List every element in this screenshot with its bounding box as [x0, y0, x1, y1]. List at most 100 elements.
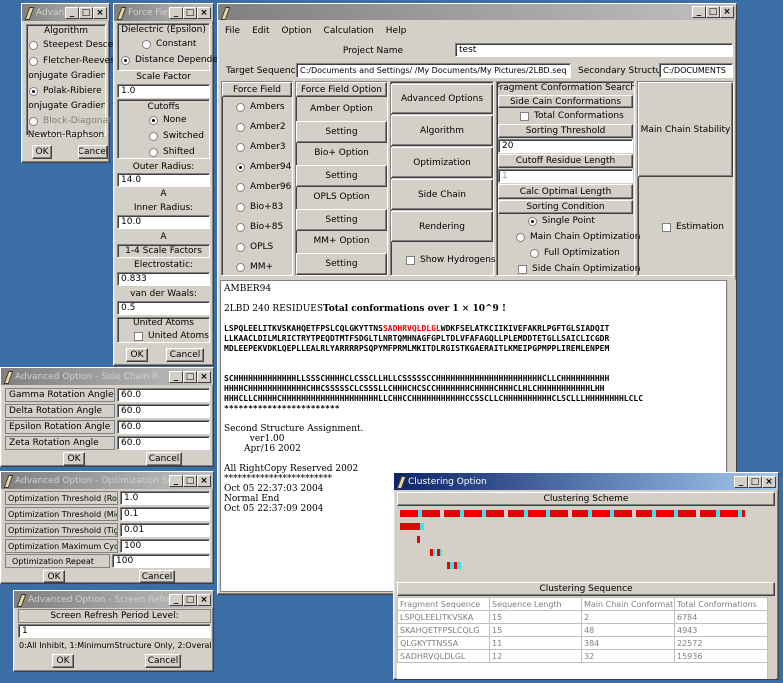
close-icon[interactable]: × [197, 474, 211, 487]
scale-factor-input[interactable]: 1.0 [117, 84, 210, 98]
cancel-button[interactable]: Cancel [166, 348, 204, 362]
advanced-options-button[interactable]: Advanced Options [391, 84, 493, 114]
ff-amber2-radio[interactable]: Amber2 [236, 122, 286, 132]
title-bar[interactable]: Advanc_□× [22, 4, 109, 21]
opt-repeat-input[interactable]: 100 [112, 554, 210, 568]
project-name-input[interactable]: test [455, 43, 733, 57]
inner-radius-input[interactable]: 10.0 [117, 215, 210, 229]
title-bar[interactable]: Force Fiel _ □ × [114, 4, 213, 21]
cancel-button[interactable]: Cancel [78, 145, 108, 159]
ok-button[interactable]: OK [43, 570, 65, 583]
minimize-icon[interactable]: _ [169, 370, 183, 383]
ff-opls-radio[interactable]: OPLS [236, 242, 273, 252]
title-bar[interactable]: Advanced Option - Optimization Settin_□× [1, 472, 213, 489]
united-atoms-checkbox[interactable]: United Atoms [134, 331, 209, 341]
ff-bio85-radio[interactable]: Bio+85 [236, 222, 283, 232]
optimization-button[interactable]: Optimization [391, 147, 493, 178]
ff-mmplus-radio[interactable]: MM+ [236, 262, 273, 272]
menu-calculation[interactable]: Calculation [324, 26, 374, 36]
ff-amber94-radio[interactable]: Amber94 [236, 162, 291, 172]
fletcher-reeves-radio[interactable]: Fletcher-Reeves [29, 56, 115, 66]
clustering-sequence-header[interactable]: Clustering Sequence [397, 582, 775, 596]
column-header[interactable]: Main Chain Conformations [581, 597, 675, 611]
maximize-icon[interactable]: □ [183, 370, 197, 383]
maximize-icon[interactable]: □ [183, 6, 197, 19]
column-header[interactable]: Sequence Length [489, 597, 582, 611]
ff-ambers-radio[interactable]: Ambers [236, 102, 285, 112]
opt-rough-input[interactable]: 1.0 [120, 491, 210, 505]
title-bar[interactable]: Clustering Option _ □ × [394, 473, 778, 490]
table-row[interactable]: SADHRVQLDLGL 12 32 15936 [397, 649, 767, 663]
steepest-descent-radio[interactable]: Steepest Descent [29, 40, 123, 50]
constant-radio[interactable]: Constant [142, 39, 196, 49]
total-conformations-checkbox[interactable]: Total Conformations [520, 111, 624, 121]
secondary-structure-input[interactable]: C:/DOCUMENTS [659, 63, 733, 78]
force-field-header[interactable]: Force Field [222, 82, 292, 97]
calc-optimal-button[interactable]: Calc Optimal Length [498, 184, 633, 199]
maximize-icon[interactable]: □ [748, 475, 762, 488]
zeta-input[interactable]: 60.0 [117, 436, 210, 450]
refresh-level-input[interactable]: 1 [18, 624, 211, 638]
ok-button[interactable]: OK [52, 654, 74, 668]
table-row[interactable]: LSPQLEELITKVSKA 15 2 6784 [397, 610, 767, 624]
close-icon[interactable]: × [762, 475, 776, 488]
ff-amber96-radio[interactable]: Amber96 [236, 182, 291, 192]
opt-max-cycles-input[interactable]: 100 [120, 539, 210, 553]
vdw-input[interactable]: 0.5 [117, 301, 210, 315]
close-icon[interactable]: × [197, 593, 211, 606]
outer-radius-input[interactable]: 14.0 [117, 173, 210, 187]
sorting-condition-button[interactable]: Sorting Condition [498, 200, 633, 214]
ff-amber3-radio[interactable]: Amber3 [236, 142, 286, 152]
title-bar[interactable]: Advanced Option - Side Chain R _ □ × [1, 368, 213, 385]
cutoff-residue-input[interactable]: 1 [498, 169, 633, 183]
main-chain-opt-radio[interactable]: Main Chain Optimization [516, 232, 641, 242]
cancel-button[interactable]: Cancel [139, 570, 175, 583]
maximize-icon[interactable]: □ [183, 593, 197, 606]
table-row[interactable]: QLGKYTTNSSA 11 384 22572 [397, 636, 767, 650]
target-sequence-input[interactable]: C:/Documents and Settings/ /My Documents… [296, 63, 571, 78]
maximize-icon[interactable]: □ [706, 6, 720, 18]
shifted-radio[interactable]: Shifted [149, 147, 195, 157]
column-header[interactable]: Total Conformations [674, 597, 767, 611]
block-diagonal-radio[interactable]: Block-Diagonal [29, 116, 110, 126]
opls-setting-button[interactable]: Setting [296, 209, 387, 231]
maximize-icon[interactable]: □ [183, 474, 197, 487]
title-bar[interactable]: Advanced Option - Screen Refresh P_□× [14, 591, 213, 608]
clustering-scheme-header[interactable]: Clustering Scheme [397, 492, 775, 506]
minimize-icon[interactable]: _ [692, 6, 706, 18]
minimize-icon[interactable]: _ [65, 6, 79, 19]
main-chain-stability-button[interactable]: Main Chain Stability [638, 82, 733, 177]
show-hydrogens-checkbox[interactable]: Show Hydrogens [406, 255, 496, 265]
opt-middle-input[interactable]: 0.1 [120, 507, 210, 521]
cancel-button[interactable]: Cancel [145, 654, 181, 668]
close-icon[interactable]: × [720, 6, 734, 18]
maximize-icon[interactable]: □ [79, 6, 93, 19]
distance-dependent-radio[interactable]: Distance Dependent [121, 55, 227, 65]
ok-button[interactable]: OK [126, 348, 148, 362]
ok-button[interactable]: OK [32, 145, 52, 159]
title-bar[interactable]: _ □ × [218, 4, 736, 20]
ff-option-header[interactable]: Force Field Option [296, 82, 387, 97]
minimize-icon[interactable]: _ [169, 593, 183, 606]
electrostatic-input[interactable]: 0.833 [117, 272, 210, 286]
polak-ribiere-radio[interactable]: Polak-Ribiere [29, 86, 102, 96]
single-point-radio[interactable]: Single Point [528, 216, 595, 226]
side-chain-opt-checkbox[interactable]: Side Chain Optimization [518, 264, 640, 274]
menu-help[interactable]: Help [386, 26, 407, 36]
rendering-button[interactable]: Rendering [391, 211, 493, 242]
delta-input[interactable]: 60.0 [117, 404, 210, 418]
close-icon[interactable]: × [197, 370, 211, 383]
ok-button[interactable]: OK [63, 452, 85, 466]
estimation-checkbox[interactable]: Estimation [662, 222, 724, 232]
epsilon-input[interactable]: 60.0 [117, 420, 210, 434]
menu-option[interactable]: Option [282, 26, 312, 36]
amber-setting-button[interactable]: Setting [296, 121, 387, 143]
cancel-button[interactable]: Cancel [146, 452, 182, 466]
table-scrollbar[interactable] [767, 597, 776, 679]
menu-edit[interactable]: Edit [252, 26, 269, 36]
full-opt-radio[interactable]: Full Optimization [530, 248, 620, 258]
menu-file[interactable]: File [225, 26, 240, 36]
column-header[interactable]: Fragment Sequence [397, 597, 490, 611]
gamma-input[interactable]: 60.0 [117, 388, 210, 402]
opt-tight-input[interactable]: 0.01 [120, 523, 210, 537]
